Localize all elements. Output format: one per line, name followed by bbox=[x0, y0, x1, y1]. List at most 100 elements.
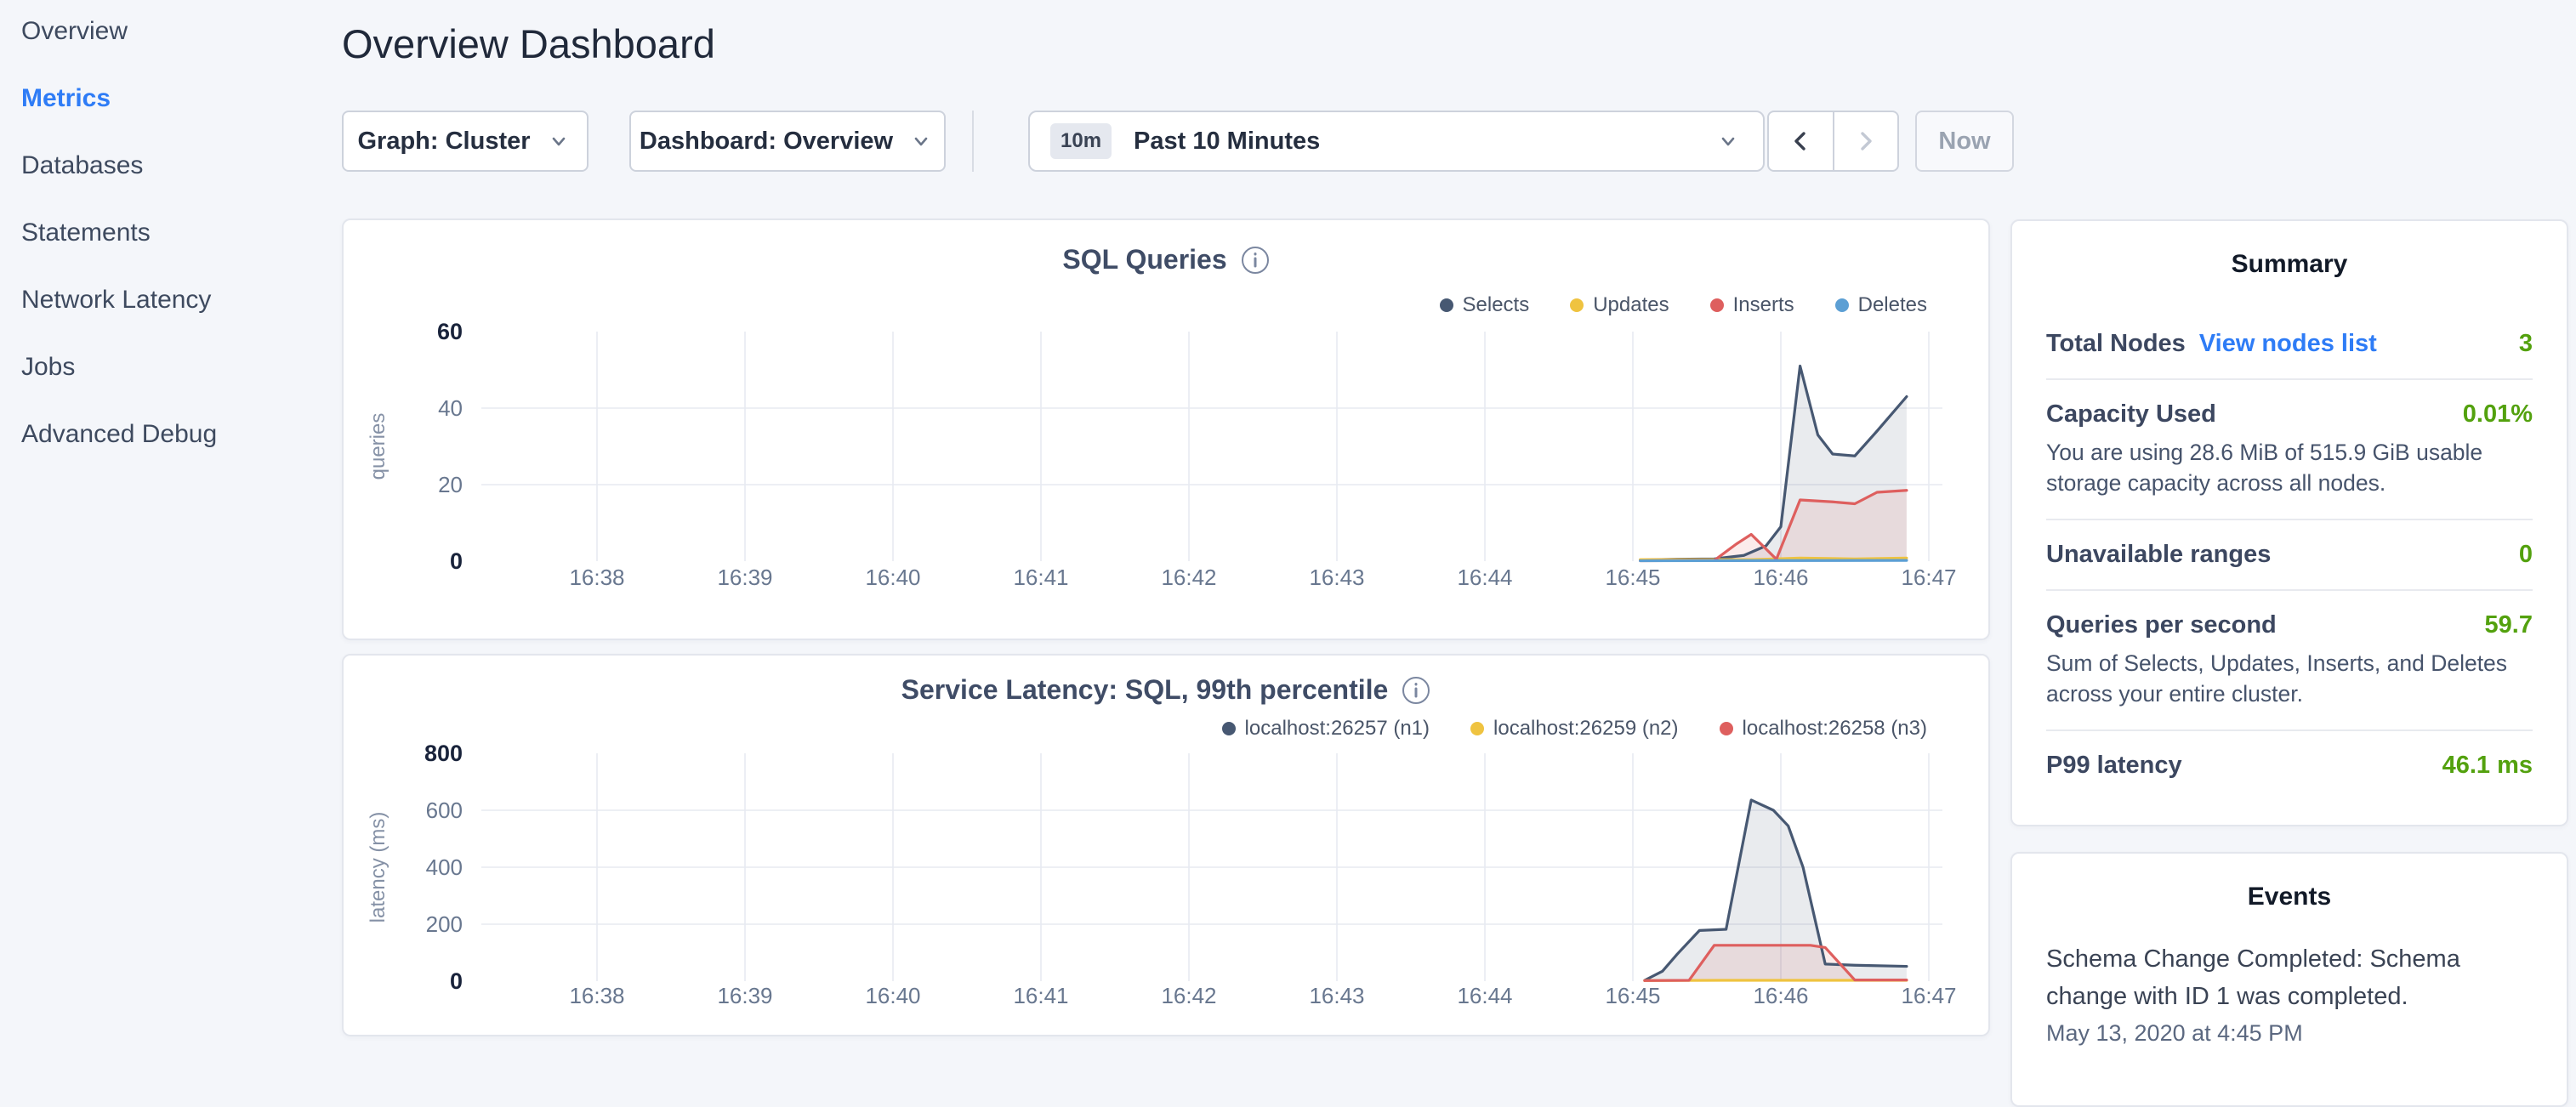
svg-text:0: 0 bbox=[450, 968, 463, 994]
sql-queries-chart[interactable]: 16:3816:3916:4016:4116:4216:4316:4416:45… bbox=[344, 322, 1988, 637]
unavailable-ranges-value: 0 bbox=[2519, 541, 2533, 569]
capacity-used-label: Capacity Used bbox=[2046, 400, 2216, 429]
sidebar-item-advanced-debug[interactable]: Advanced Debug bbox=[21, 420, 340, 449]
info-icon[interactable] bbox=[1241, 246, 1270, 275]
svg-text:16:41: 16:41 bbox=[1013, 565, 1068, 590]
summary-row-total-nodes: Total Nodes View nodes list 3 bbox=[2046, 330, 2533, 358]
svg-text:16:42: 16:42 bbox=[1161, 983, 1216, 1008]
graph-scope-dropdown[interactable]: Graph: Cluster bbox=[342, 111, 589, 172]
inserts-series-dot bbox=[1710, 298, 1724, 312]
svg-text:16:39: 16:39 bbox=[717, 565, 772, 590]
svg-text:16:39: 16:39 bbox=[717, 983, 772, 1008]
main-content: Overview Dashboard Graph: Cluster Dashbo… bbox=[342, 0, 1990, 1051]
time-range-selector[interactable]: 10m Past 10 Minutes bbox=[1028, 111, 1765, 172]
svg-text:0: 0 bbox=[450, 548, 463, 574]
sidebar-item-network-latency[interactable]: Network Latency bbox=[21, 286, 340, 315]
time-step-button-group bbox=[1767, 111, 1899, 172]
graph-scope-dropdown-label: Graph: Cluster bbox=[357, 128, 530, 156]
service-latency-chart-card: Service Latency: SQL, 99th percentile lo… bbox=[342, 654, 1990, 1036]
chart-legend: Selects Updates Inserts Deletes bbox=[1440, 293, 1928, 317]
legend-label: localhost:26257 (n1) bbox=[1245, 717, 1430, 741]
capacity-used-description: You are using 28.6 MiB of 515.9 GiB usab… bbox=[2046, 437, 2533, 498]
legend-item-node2[interactable]: localhost:26259 (n2) bbox=[1470, 717, 1678, 741]
chevron-down-icon bbox=[1714, 127, 1743, 156]
summary-panel: Summary Total Nodes View nodes list 3 Cap… bbox=[2010, 219, 2568, 826]
selects-series-dot bbox=[1440, 298, 1453, 312]
page-title: Overview Dashboard bbox=[342, 20, 715, 67]
svg-text:16:43: 16:43 bbox=[1309, 565, 1364, 590]
divider bbox=[2046, 378, 2533, 380]
chevron-down-icon bbox=[907, 127, 935, 156]
toolbar-divider bbox=[972, 111, 974, 172]
node3-series-dot bbox=[1720, 722, 1733, 735]
svg-text:16:46: 16:46 bbox=[1753, 983, 1808, 1008]
svg-text:60: 60 bbox=[437, 322, 463, 344]
svg-text:40: 40 bbox=[438, 395, 463, 421]
svg-text:16:40: 16:40 bbox=[865, 565, 920, 590]
svg-text:16:38: 16:38 bbox=[569, 565, 624, 590]
summary-row-queries-per-second: Queries per second 59.7 bbox=[2046, 611, 2533, 639]
svg-text:16:45: 16:45 bbox=[1605, 983, 1660, 1008]
divider bbox=[2046, 729, 2533, 731]
summary-row-unavailable-ranges: Unavailable ranges 0 bbox=[2046, 541, 2533, 569]
unavailable-ranges-label: Unavailable ranges bbox=[2046, 541, 2271, 569]
p99-latency-value: 46.1 ms bbox=[2442, 752, 2533, 780]
queries-per-second-description: Sum of Selects, Updates, Inserts, and De… bbox=[2046, 648, 2533, 709]
view-nodes-list-link[interactable]: View nodes list bbox=[2199, 330, 2377, 357]
svg-text:16:46: 16:46 bbox=[1753, 565, 1808, 590]
node2-series-dot bbox=[1470, 722, 1484, 735]
chevron-down-icon bbox=[544, 127, 573, 156]
svg-text:16:38: 16:38 bbox=[569, 983, 624, 1008]
legend-item-inserts[interactable]: Inserts bbox=[1710, 293, 1794, 317]
deletes-series-dot bbox=[1835, 298, 1849, 312]
legend-item-selects[interactable]: Selects bbox=[1440, 293, 1530, 317]
legend-item-node3[interactable]: localhost:26258 (n3) bbox=[1720, 717, 1927, 741]
legend-item-node1[interactable]: localhost:26257 (n1) bbox=[1222, 717, 1430, 741]
event-timestamp: May 13, 2020 at 4:45 PM bbox=[2046, 1020, 2533, 1047]
svg-text:400: 400 bbox=[426, 854, 463, 880]
dashboard-dropdown-label: Dashboard: Overview bbox=[640, 128, 893, 156]
svg-text:16:44: 16:44 bbox=[1457, 983, 1512, 1008]
total-nodes-value: 3 bbox=[2519, 330, 2533, 358]
overview-dashboard-page: { "sidebar": { "items": [ {"label": "Ove… bbox=[0, 0, 2576, 1051]
divider bbox=[2046, 589, 2533, 591]
queries-per-second-label: Queries per second bbox=[2046, 611, 2277, 639]
next-time-button[interactable] bbox=[1833, 112, 1898, 170]
time-range-badge: 10m bbox=[1050, 123, 1112, 159]
info-icon[interactable] bbox=[1402, 676, 1430, 705]
legend-label: Selects bbox=[1463, 293, 1530, 317]
legend-label: localhost:26258 (n3) bbox=[1743, 717, 1927, 741]
sql-queries-chart-card: SQL Queries Selects Updates Inserts Dele… bbox=[342, 219, 1990, 640]
node1-series-dot bbox=[1222, 722, 1236, 735]
dashboard-dropdown[interactable]: Dashboard: Overview bbox=[629, 111, 946, 172]
summary-panel-title: Summary bbox=[2046, 250, 2533, 279]
legend-item-deletes[interactable]: Deletes bbox=[1835, 293, 1927, 317]
svg-text:200: 200 bbox=[426, 911, 463, 937]
legend-label: Deletes bbox=[1858, 293, 1927, 317]
capacity-used-value: 0.01% bbox=[2463, 400, 2533, 429]
sidebar-item-jobs[interactable]: Jobs bbox=[21, 353, 340, 382]
legend-item-updates[interactable]: Updates bbox=[1570, 293, 1669, 317]
controls-row: Graph: Cluster Dashboard: Overview 10m P… bbox=[342, 111, 2128, 172]
sidebar-item-overview[interactable]: Overview bbox=[21, 17, 340, 46]
chevron-left-icon bbox=[1784, 125, 1817, 157]
event-text: Schema Change Completed: Schema change w… bbox=[2046, 940, 2533, 1015]
sidebar-item-metrics[interactable]: Metrics bbox=[21, 84, 340, 113]
svg-text:800: 800 bbox=[424, 741, 463, 766]
sidebar-item-statements[interactable]: Statements bbox=[21, 219, 340, 247]
svg-text:20: 20 bbox=[438, 472, 463, 497]
svg-text:16:43: 16:43 bbox=[1309, 983, 1364, 1008]
previous-time-button[interactable] bbox=[1769, 112, 1833, 170]
service-latency-chart[interactable]: 16:3816:3916:4016:4116:4216:4316:4416:45… bbox=[344, 741, 1988, 1047]
chart-legend: localhost:26257 (n1) localhost:26259 (n2… bbox=[1222, 717, 1927, 741]
svg-text:queries: queries bbox=[367, 413, 390, 480]
event-list-item: Schema Change Completed: Schema change w… bbox=[2046, 940, 2533, 1047]
sidebar-item-databases[interactable]: Databases bbox=[21, 151, 340, 180]
svg-text:16:44: 16:44 bbox=[1457, 565, 1512, 590]
now-button[interactable]: Now bbox=[1915, 111, 2014, 172]
events-panel: Events Schema Change Completed: Schema c… bbox=[2010, 852, 2568, 1107]
p99-latency-label: P99 latency bbox=[2046, 752, 2182, 780]
total-nodes-label: Total Nodes bbox=[2046, 330, 2186, 357]
svg-text:16:41: 16:41 bbox=[1013, 983, 1068, 1008]
svg-text:600: 600 bbox=[426, 798, 463, 823]
